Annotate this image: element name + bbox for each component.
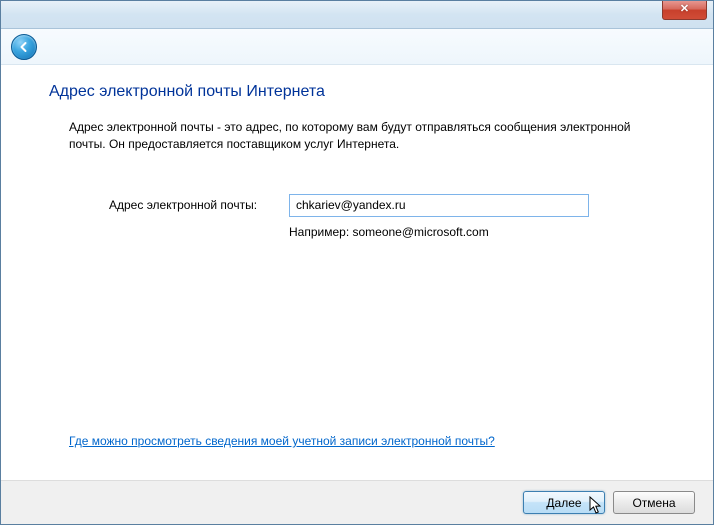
navigation-bar [1, 29, 713, 65]
close-icon: ✕ [680, 3, 689, 15]
email-row: Адрес электронной почты: [49, 194, 665, 217]
email-label: Адрес электронной почты: [109, 198, 289, 212]
help-link[interactable]: Где можно просмотреть сведения моей учет… [69, 434, 495, 448]
titlebar: ✕ [1, 1, 713, 29]
page-title: Адрес электронной почты Интернета [49, 83, 665, 101]
next-button[interactable]: Далее [523, 491, 605, 514]
cancel-button[interactable]: Отмена [613, 491, 695, 514]
page-description: Адрес электронной почты - это адрес, по … [49, 119, 665, 154]
email-input[interactable] [289, 194, 589, 217]
back-button[interactable] [11, 34, 37, 60]
wizard-window: ✕ Адрес электронной почты Интернета Адре… [0, 0, 714, 525]
close-button[interactable]: ✕ [662, 1, 707, 20]
back-arrow-icon [17, 40, 31, 54]
footer: Далее Отмена [1, 480, 713, 524]
email-example: Например: someone@microsoft.com [49, 225, 665, 239]
content-area: Адрес электронной почты Интернета Адрес … [15, 65, 699, 472]
